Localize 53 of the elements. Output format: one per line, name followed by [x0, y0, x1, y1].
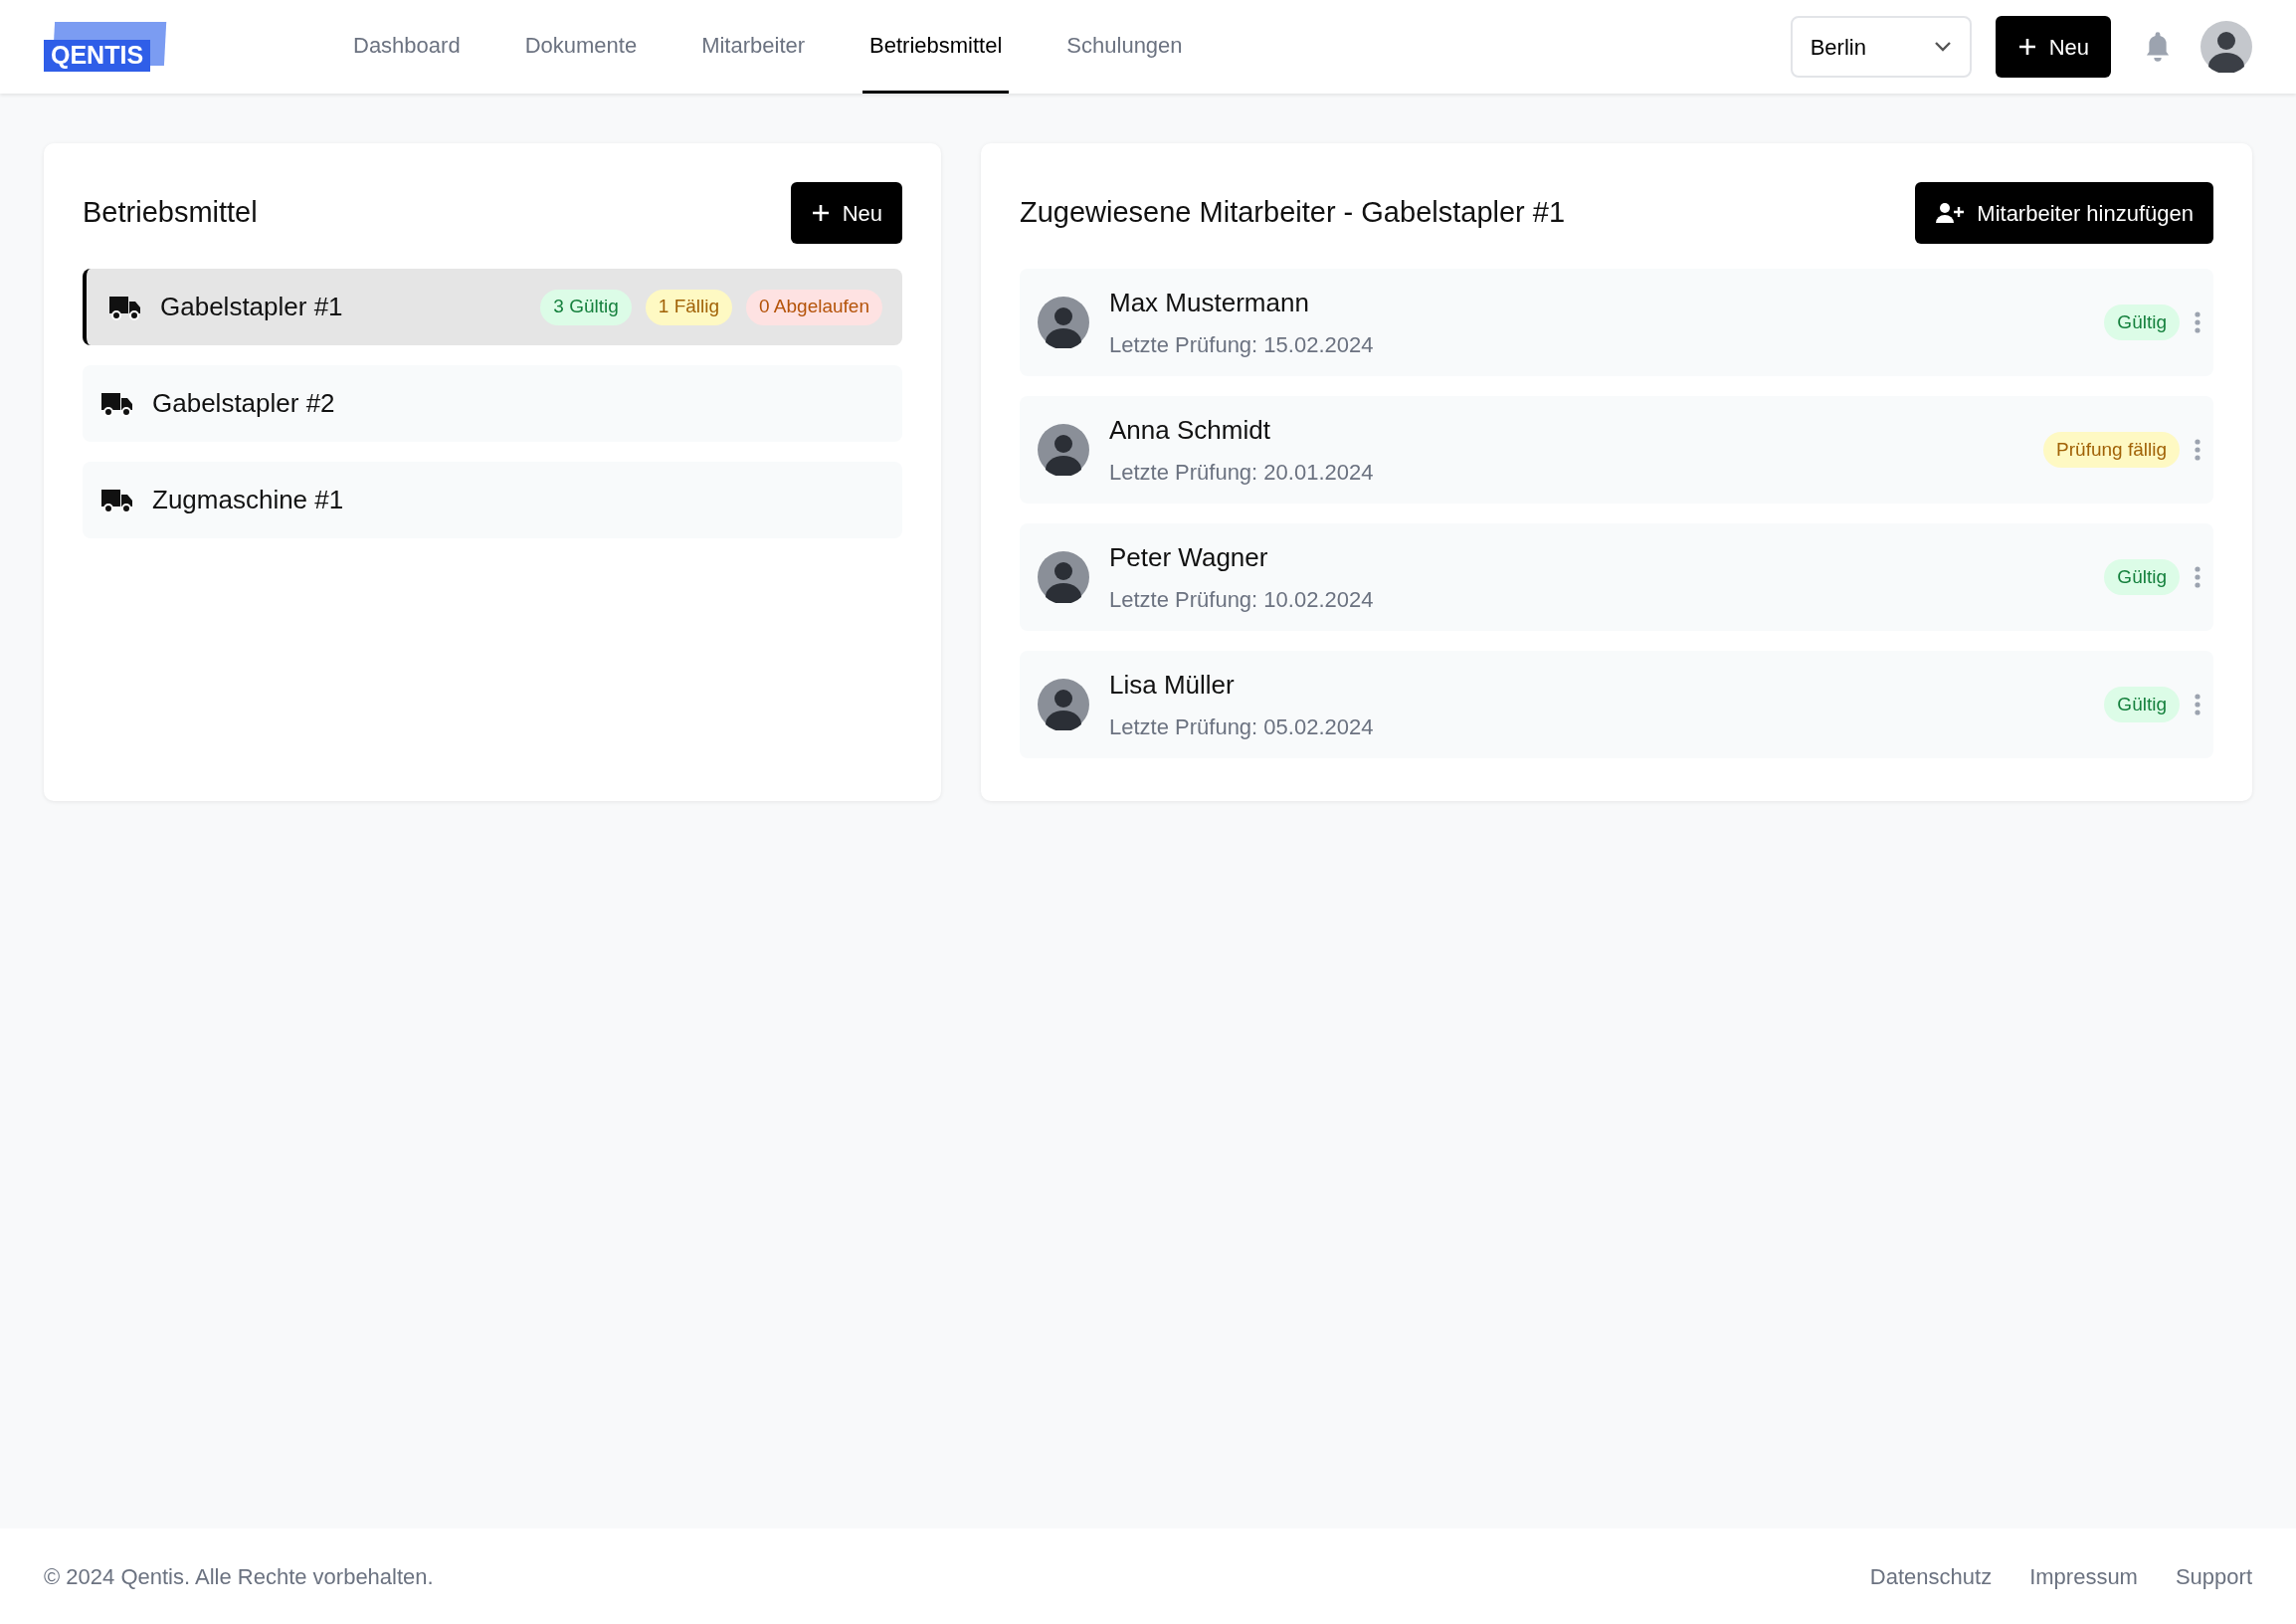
asset-name: Zugmaschine #1 [152, 484, 345, 516]
employee-name: Lisa Müller [1109, 669, 1236, 702]
more-options-icon[interactable] [2194, 565, 2201, 589]
status-badge: Gültig [2104, 304, 2180, 340]
employee-row[interactable]: Max Mustermann Letzte Prüfung: 15.02.2024 Gültig [1020, 269, 2213, 376]
status-badge: Gültig [2104, 687, 2180, 722]
nav-tab[interactable]: Betriebsmittel [862, 0, 1010, 94]
nav-tab[interactable]: Schulungen [1059, 0, 1190, 94]
add-user-icon [1935, 202, 1966, 224]
employee-avatar [1038, 551, 1089, 603]
add-employee-button[interactable]: Mitarbeiter hinzufügen [1915, 182, 2213, 244]
asset-name: Gabelstapler #2 [152, 387, 336, 420]
asset-item[interactable]: Zugmaschine #1 [83, 462, 902, 538]
chevron-down-icon [1933, 41, 1952, 53]
new-button[interactable]: Neu [790, 182, 902, 244]
footer-link[interactable]: Impressum [2029, 1559, 2138, 1593]
footer-link[interactable]: Support [2175, 1559, 2252, 1593]
more-options-icon[interactable] [2194, 310, 2201, 334]
status-badge: Prüfung fällig [2043, 432, 2180, 468]
more-options-icon[interactable] [2194, 693, 2201, 716]
status-badge: 3 Gültig [540, 289, 632, 325]
employee-name: Max Mustermann [1109, 287, 1310, 319]
employee-name: Anna Schmidt [1109, 414, 1271, 447]
user-avatar[interactable] [2200, 21, 2252, 73]
employee-avatar [1038, 679, 1089, 730]
more-options-icon[interactable] [2194, 438, 2201, 462]
last-check-date: Letzte Prüfung: 15.02.2024 [1109, 331, 1375, 359]
employee-avatar [1038, 424, 1089, 476]
plus-icon [2016, 37, 2037, 57]
card-title: Zugewiesene Mitarbeiter - Gabelstapler #1 [1020, 195, 1566, 231]
copyright-text: © 2024 Qentis. Alle Rechte vorbehalten. [44, 1562, 434, 1591]
nav-tab[interactable]: Dashboard [346, 0, 468, 94]
nav-tab[interactable]: Dokumente [517, 0, 645, 94]
last-check-date: Letzte Prüfung: 05.02.2024 [1109, 713, 1375, 741]
last-check-date: Letzte Prüfung: 20.01.2024 [1109, 459, 1375, 487]
nav-tab[interactable]: Mitarbeiter [694, 0, 813, 94]
plus-icon [810, 203, 831, 223]
asset-name: Gabelstapler #1 [160, 291, 344, 323]
employee-name: Peter Wagner [1109, 541, 1269, 574]
status-badge: Gültig [2104, 559, 2180, 595]
asset-item[interactable]: Gabelstapler #2 [83, 365, 902, 442]
card-title: Betriebsmittel [83, 195, 258, 231]
employee-row[interactable]: Anna Schmidt Letzte Prüfung: 20.01.2024 Prüfung fällig [1020, 396, 2213, 504]
employee-row[interactable]: Lisa Müller Letzte Prüfung: 05.02.2024 Gültig [1020, 651, 2213, 758]
status-badge: 0 Abgelaufen [746, 289, 882, 325]
employee-avatar [1038, 297, 1089, 348]
asset-item[interactable]: Gabelstapler #1 3 Gültig 1 Fällig 0 Abgelaufen [83, 269, 902, 345]
location-select[interactable]: Berlin [1790, 16, 1972, 78]
employee-row[interactable]: Peter Wagner Letzte Prüfung: 10.02.2024 Gültig [1020, 523, 2213, 631]
new-button[interactable]: Neu [1995, 16, 2111, 78]
status-badge: 1 Fällig [645, 289, 733, 325]
last-check-date: Letzte Prüfung: 10.02.2024 [1109, 586, 1375, 614]
footer-link[interactable]: Datenschutz [1869, 1559, 1993, 1593]
